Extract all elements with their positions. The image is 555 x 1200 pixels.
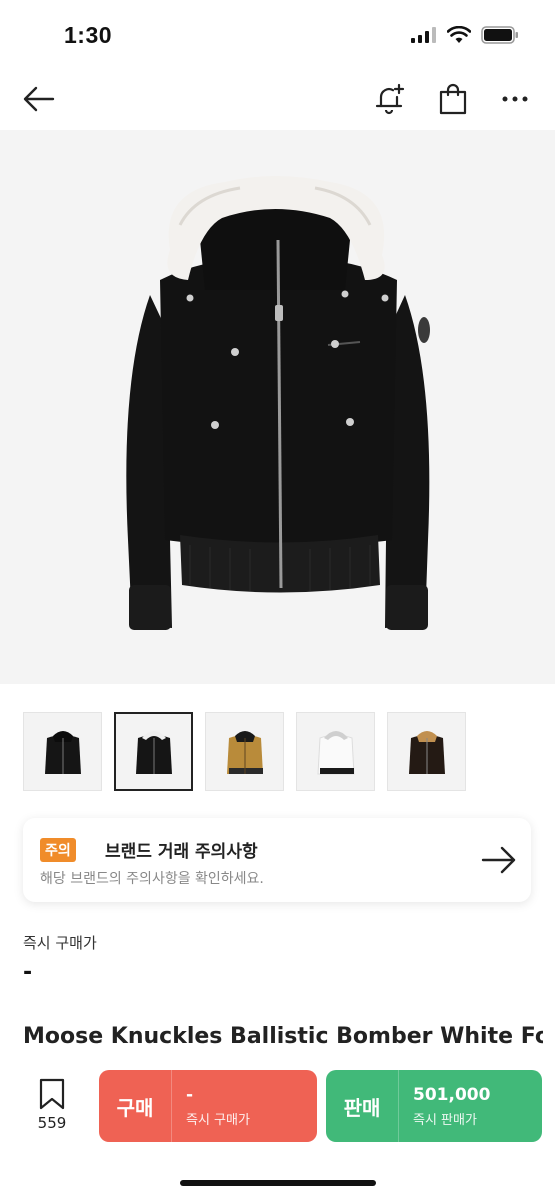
bottom-action-bar: 559 구매 - 즉시 구매가 판매 501,000 즉시 판매가 — [0, 1058, 555, 1200]
instant-buy-value: - — [23, 960, 33, 985]
status-icons — [411, 26, 519, 44]
arrow-right-icon — [481, 846, 516, 874]
brand-notice-card[interactable]: 주의 브랜드 거래 주의사항 해당 브랜드의 주의사항을 확인하세요. — [23, 818, 531, 902]
sell-label: 판매 — [326, 1070, 399, 1142]
status-time: 1:30 — [64, 22, 113, 48]
sell-button[interactable]: 판매 501,000 즉시 판매가 — [326, 1070, 542, 1142]
notice-badge: 주의 — [40, 838, 76, 862]
bookmark-icon — [39, 1078, 65, 1110]
wifi-icon — [447, 26, 471, 43]
jacket-thumbnail — [135, 730, 172, 774]
jacket-thumbnail — [408, 730, 445, 774]
thumbnail-dark-brown[interactable] — [387, 712, 466, 791]
shopping-bag-button[interactable] — [432, 78, 474, 120]
thumbnail-white-fur[interactable] — [114, 712, 193, 791]
jacket-image — [126, 176, 430, 630]
more-horizontal-icon — [502, 96, 528, 102]
bell-plus-icon — [375, 83, 405, 115]
buy-price: - — [186, 1084, 194, 1105]
home-indicator — [180, 1180, 376, 1186]
buy-label: 구매 — [99, 1070, 172, 1142]
buy-info: - 즉시 구매가 — [172, 1085, 250, 1128]
top-nav-bar — [0, 70, 555, 128]
sell-info: 501,000 즉시 판매가 — [399, 1085, 490, 1128]
buy-sub: 즉시 구매가 — [186, 1112, 250, 1128]
thumbnail-tan[interactable] — [205, 712, 284, 791]
status-bar: 1:30 — [0, 0, 555, 70]
sell-price: 501,000 — [413, 1084, 491, 1105]
thumbnail-white[interactable] — [296, 712, 375, 791]
instant-buy-label: 즉시 구매가 — [23, 934, 97, 952]
price-alert-button[interactable] — [369, 78, 411, 120]
wishlist-button[interactable]: 559 — [30, 1078, 74, 1132]
battery-icon — [481, 26, 518, 44]
thumbnail-strip — [23, 712, 466, 791]
jacket-thumbnail — [226, 730, 263, 774]
notice-title: 브랜드 거래 주의사항 — [105, 842, 258, 862]
wishlist-count: 559 — [37, 1114, 67, 1132]
more-options-button[interactable] — [494, 78, 536, 120]
back-button[interactable] — [18, 78, 60, 120]
product-main-image[interactable] — [0, 130, 555, 684]
notice-subtitle: 해당 브랜드의 주의사항을 확인하세요. — [40, 871, 264, 887]
thumbnail-black-hood[interactable] — [23, 712, 102, 791]
buy-button[interactable]: 구매 - 즉시 구매가 — [99, 1070, 317, 1142]
shopping-bag-icon — [439, 83, 467, 115]
arrow-left-icon — [23, 86, 55, 112]
jacket-thumbnail — [316, 730, 355, 774]
jacket-thumbnail — [44, 730, 81, 774]
sell-sub: 즉시 판매가 — [413, 1112, 477, 1128]
cellular-signal-icon — [411, 27, 436, 43]
